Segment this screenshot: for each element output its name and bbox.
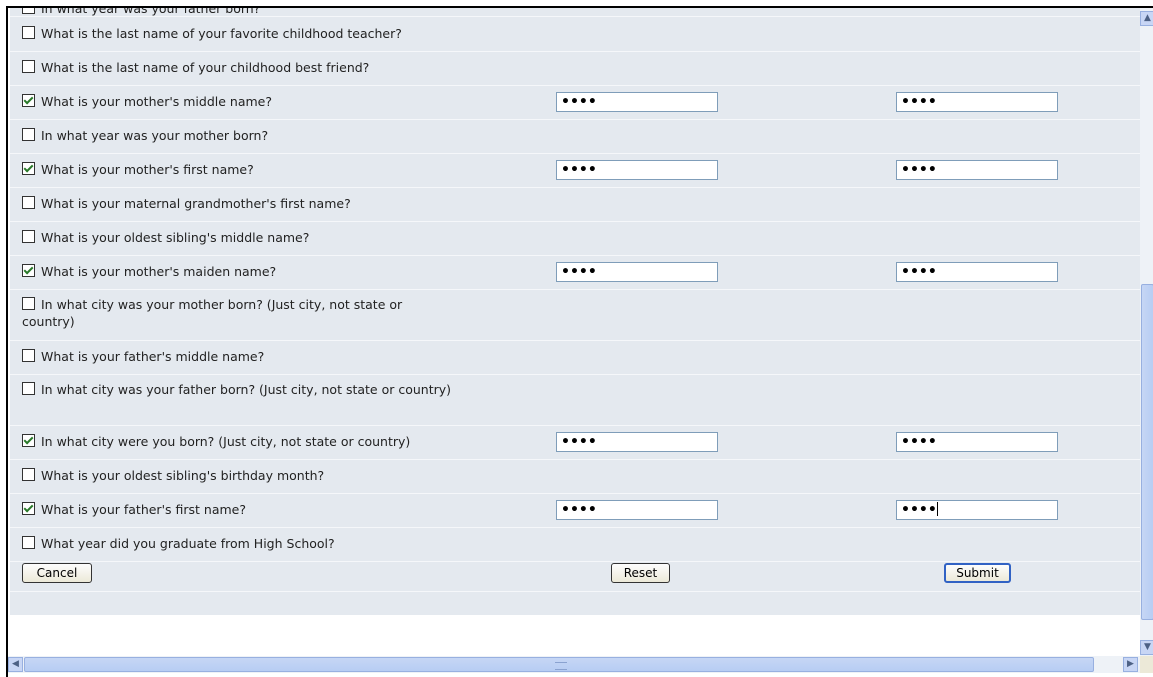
- question-row: In what year was your mother born?: [10, 119, 1140, 154]
- question-row: What is your father's first name? •••• •…: [10, 493, 1140, 528]
- question-checkbox[interactable]: [22, 297, 35, 310]
- question-checkbox[interactable]: [22, 502, 35, 515]
- question-label: What is the last name of your favorite c…: [41, 26, 402, 41]
- question-checkbox[interactable]: [22, 230, 35, 243]
- grip-icon: [555, 662, 567, 670]
- question-checkbox[interactable]: [22, 349, 35, 362]
- answer-password-field[interactable]: ••••: [556, 432, 718, 452]
- scroll-up-icon[interactable]: ▲: [1140, 11, 1153, 26]
- question-checkbox[interactable]: [22, 128, 35, 141]
- answer-password-field[interactable]: ••••: [556, 160, 718, 180]
- vertical-scrollbar[interactable]: ▲ ▼: [1140, 8, 1153, 656]
- question-checkbox[interactable]: [22, 382, 35, 395]
- question-checkbox[interactable]: [22, 94, 35, 107]
- question-row: What is your oldest sibling's middle nam…: [10, 221, 1140, 256]
- reset-button[interactable]: Reset: [611, 563, 670, 583]
- question-row: What is the last name of your childhood …: [10, 51, 1140, 86]
- question-label: What is your father's first name?: [41, 502, 246, 517]
- question-row: What is your father's middle name?: [10, 340, 1140, 375]
- browser-viewport: In what year was your father born? What …: [6, 6, 1153, 677]
- button-row: Cancel Reset Submit: [10, 561, 1140, 592]
- question-label: In what city were you born? (Just city, …: [41, 434, 411, 449]
- scroll-right-icon[interactable]: ▶: [1123, 657, 1138, 672]
- question-checkbox[interactable]: [22, 162, 35, 175]
- confirm-password-field[interactable]: ••••: [896, 92, 1058, 112]
- question-checkbox[interactable]: [22, 26, 35, 39]
- question-label: What is your mother's maiden name?: [41, 264, 277, 279]
- answer-password-field[interactable]: ••••: [556, 92, 718, 112]
- question-row: What is your mother's first name? •••• •…: [10, 153, 1140, 188]
- question-checkbox[interactable]: [22, 468, 35, 481]
- confirm-password-field[interactable]: ••••: [896, 432, 1058, 452]
- question-row: In what city were you born? (Just city, …: [10, 425, 1140, 460]
- question-checkbox[interactable]: [22, 8, 35, 14]
- question-label: In what city was your father born? (Just…: [41, 382, 452, 397]
- question-label: What is the last name of your childhood …: [41, 60, 370, 75]
- question-label: What is your mother's first name?: [41, 162, 254, 177]
- question-label: What year did you graduate from High Sch…: [41, 536, 335, 551]
- confirm-password-field[interactable]: ••••: [896, 262, 1058, 282]
- scrollbar-corner: [1140, 656, 1153, 673]
- confirm-password-field[interactable]: ••••: [896, 500, 1058, 520]
- question-checkbox[interactable]: [22, 434, 35, 447]
- confirm-password-field[interactable]: ••••: [896, 160, 1058, 180]
- question-row: In what city was your father born? (Just…: [10, 374, 1140, 426]
- horizontal-scroll-thumb[interactable]: [24, 657, 1094, 672]
- question-row: What is your mother's maiden name? •••• …: [10, 255, 1140, 290]
- text-caret: [936, 502, 938, 516]
- question-label: In what year was your father born?: [41, 8, 261, 16]
- question-row: What is your oldest sibling's birthday m…: [10, 459, 1140, 494]
- scroll-left-icon[interactable]: ◀: [8, 657, 23, 672]
- scroll-down-icon[interactable]: ▼: [1140, 640, 1153, 655]
- question-label: In what year was your mother born?: [41, 128, 269, 143]
- vertical-scroll-thumb[interactable]: [1141, 284, 1153, 620]
- question-checkbox[interactable]: [22, 60, 35, 73]
- question-label: What is your oldest sibling's middle nam…: [41, 230, 310, 245]
- question-label: What is your mother's middle name?: [41, 94, 272, 109]
- question-row: What is your mother's middle name? •••• …: [10, 85, 1140, 120]
- submit-button[interactable]: Submit: [944, 563, 1011, 583]
- question-row: In what year was your father born?: [10, 8, 1140, 17]
- question-row: In what city was your mother born? (Just…: [10, 289, 1140, 341]
- cancel-button[interactable]: Cancel: [22, 563, 92, 583]
- question-label: In what city was your mother born? (Just…: [22, 297, 403, 329]
- question-label: What is your oldest sibling's birthday m…: [41, 468, 325, 483]
- question-label: What is your father's middle name?: [41, 349, 265, 364]
- horizontal-scrollbar[interactable]: ◀ ▶: [8, 656, 1140, 673]
- question-checkbox[interactable]: [22, 196, 35, 209]
- question-row: What is the last name of your favorite c…: [10, 17, 1140, 52]
- question-checkbox[interactable]: [22, 536, 35, 549]
- question-row: What is your maternal grandmother's firs…: [10, 187, 1140, 222]
- security-questions-form: In what year was your father born? What …: [10, 8, 1140, 615]
- question-row: What year did you graduate from High Sch…: [10, 527, 1140, 562]
- answer-password-field[interactable]: ••••: [556, 262, 718, 282]
- question-label: What is your maternal grandmother's firs…: [41, 196, 351, 211]
- question-checkbox[interactable]: [22, 264, 35, 277]
- answer-password-field[interactable]: ••••: [556, 500, 718, 520]
